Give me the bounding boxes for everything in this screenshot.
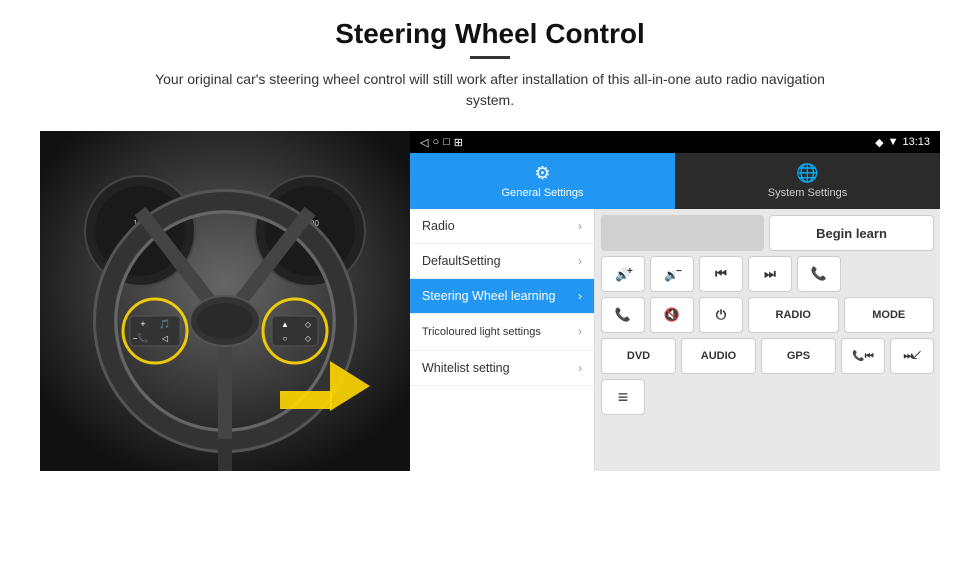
tab-general-label: General Settings [502, 187, 584, 199]
globe-icon: 🌐 [796, 163, 818, 184]
vol-up-button[interactable]: 🔊+ [601, 256, 645, 292]
svg-text:◁: ◁ [162, 334, 169, 343]
time-display: 13:13 [902, 136, 930, 148]
svg-text:◇: ◇ [305, 320, 312, 329]
control-panel: Begin learn 🔊+ 🔉− ⏮ ⏭ 📞 [595, 209, 940, 471]
menu-item-radio[interactable]: Radio › [410, 209, 594, 244]
chevron-icon: › [578, 254, 582, 268]
menu-item-steering[interactable]: Steering Wheel learning › [410, 279, 594, 314]
power-button[interactable]: ⏻ [699, 297, 743, 333]
menu-icon[interactable]: ⊞ [454, 136, 463, 149]
chevron-icon: › [578, 289, 582, 303]
tab-system[interactable]: 🌐 System Settings [675, 153, 940, 209]
control-row-2: 🔊+ 🔉− ⏮ ⏭ 📞 [601, 256, 934, 292]
prev-track-button[interactable]: ⏮ [699, 256, 743, 292]
steering-wheel-image: 100 ● 3000 [40, 131, 410, 471]
status-right: ◆ ▼ 13:13 [875, 136, 930, 149]
content-row: 100 ● 3000 [40, 131, 940, 471]
steering-bg: 100 ● 3000 [40, 131, 410, 471]
menu-panel: Radio › DefaultSetting › Steering Wheel … [410, 209, 595, 471]
gps-button[interactable]: GPS [761, 338, 836, 374]
begin-learn-button[interactable]: Begin learn [769, 215, 934, 251]
gear-icon: ⚙ [534, 163, 550, 184]
menu-item-tricoloured[interactable]: Tricoloured light settings › [410, 314, 594, 351]
control-row-4: DVD AUDIO GPS 📞⏮ ⏭↙ [601, 338, 934, 374]
main-content: Radio › DefaultSetting › Steering Wheel … [410, 209, 940, 471]
control-row-1: Begin learn [601, 215, 934, 251]
empty-area [601, 215, 764, 251]
home-icon[interactable]: ○ [432, 136, 439, 148]
phone-prev-button[interactable]: 📞⏮ [841, 338, 885, 374]
list-icon-button[interactable]: ≡ [601, 379, 645, 415]
menu-tricoloured-label: Tricoloured light settings [422, 325, 541, 339]
page-wrapper: Steering Wheel Control Your original car… [0, 0, 980, 564]
svg-text:+: + [627, 266, 633, 277]
chevron-icon: › [578, 361, 582, 375]
title-divider [470, 56, 510, 59]
tab-general[interactable]: ⚙ General Settings [410, 153, 675, 209]
page-subtitle: Your original car's steering wheel contr… [150, 69, 830, 111]
svg-text:○: ○ [283, 334, 288, 343]
svg-text:+: + [140, 319, 145, 329]
menu-item-default[interactable]: DefaultSetting › [410, 244, 594, 279]
signal-icon: ▼ [888, 136, 899, 148]
phone-button[interactable]: 📞 [797, 256, 841, 292]
page-title: Steering Wheel Control [150, 18, 830, 50]
menu-radio-label: Radio [422, 219, 455, 233]
control-row-3: 📞 🔇 ⏻ RADIO MODE [601, 297, 934, 333]
status-bar: ◁ ○ □ ⊞ ◆ ▼ 13:13 [410, 131, 940, 153]
chevron-icon: › [578, 324, 582, 340]
chevron-icon: › [578, 219, 582, 233]
svg-text:◇: ◇ [305, 334, 312, 343]
call-accept-button[interactable]: 📞 [601, 297, 645, 333]
svg-text:📞: 📞 [137, 332, 149, 343]
back-icon[interactable]: ◁ [420, 136, 428, 149]
control-row-5: ≡ [601, 379, 934, 415]
mode-button[interactable]: MODE [844, 297, 935, 333]
location-icon: ◆ [875, 136, 883, 149]
recents-icon[interactable]: □ [443, 136, 450, 148]
menu-item-whitelist[interactable]: Whitelist setting › [410, 351, 594, 386]
nav-icons: ◁ ○ □ ⊞ [420, 136, 463, 149]
menu-whitelist-label: Whitelist setting [422, 361, 510, 375]
skip-button[interactable]: ⏭↙ [890, 338, 934, 374]
audio-button[interactable]: AUDIO [681, 338, 756, 374]
tab-system-label: System Settings [768, 187, 847, 199]
dvd-button[interactable]: DVD [601, 338, 676, 374]
mute-button[interactable]: 🔇 [650, 297, 694, 333]
tabs-row: ⚙ General Settings 🌐 System Settings [410, 153, 940, 209]
menu-default-label: DefaultSetting [422, 254, 501, 268]
radio-button[interactable]: RADIO [748, 297, 839, 333]
svg-text:🎵: 🎵 [159, 319, 170, 329]
title-area: Steering Wheel Control Your original car… [150, 18, 830, 123]
android-panel: ◁ ○ □ ⊞ ◆ ▼ 13:13 ⚙ General Settings [410, 131, 940, 471]
next-track-button[interactable]: ⏭ [748, 256, 792, 292]
vol-down-button[interactable]: 🔉− [650, 256, 694, 292]
svg-text:▲: ▲ [281, 320, 289, 329]
menu-steering-label: Steering Wheel learning [422, 289, 555, 303]
svg-text:−: − [676, 266, 682, 277]
